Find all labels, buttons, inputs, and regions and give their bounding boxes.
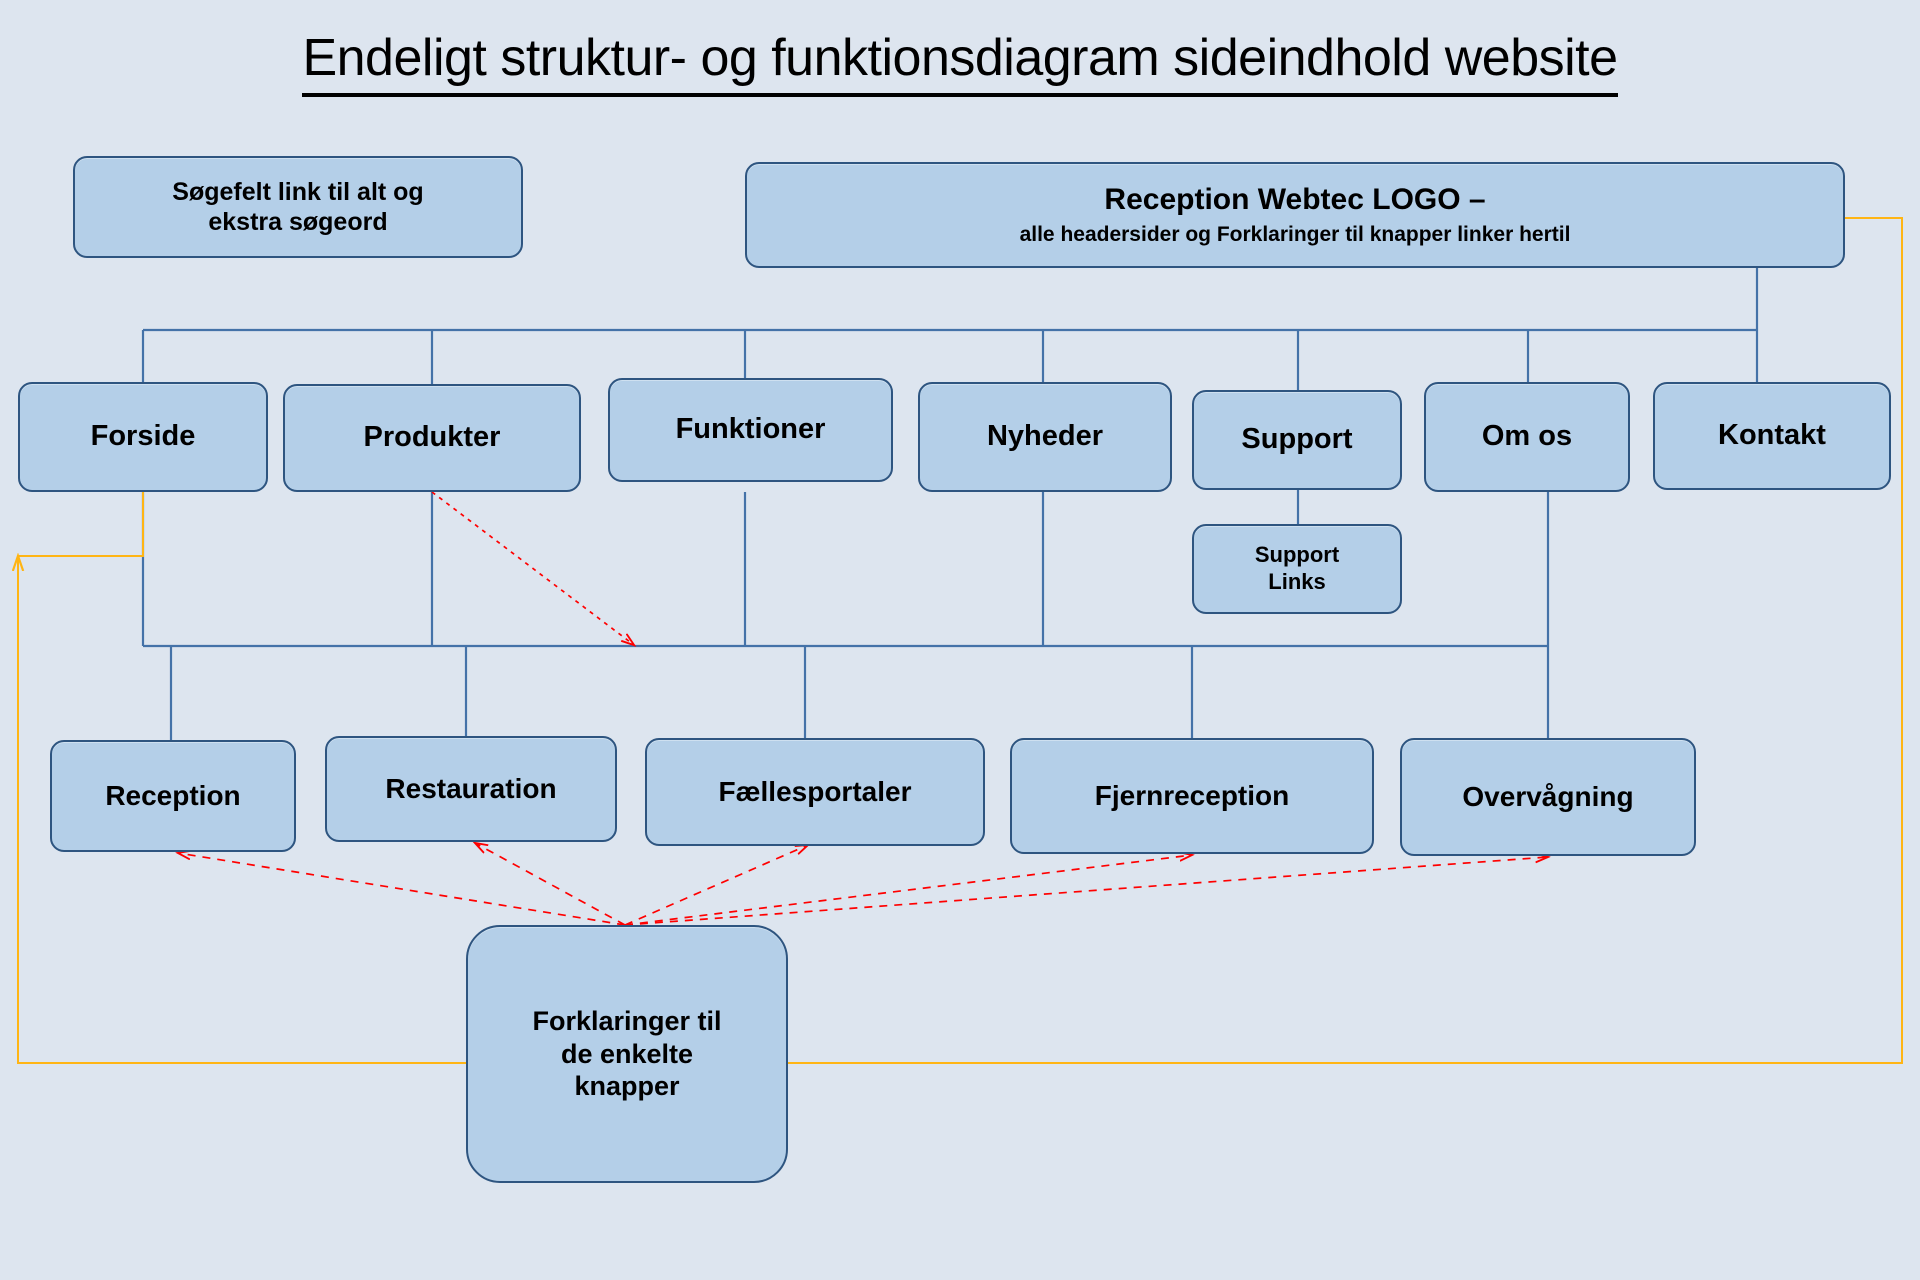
nav-item-nyheder[interactable]: Nyheder <box>918 382 1172 492</box>
explain-box[interactable]: Forklaringer til de enkelte knapper <box>466 925 788 1183</box>
header-to-nav-connectors <box>141 268 1759 390</box>
nav-item-funktioner-label: Funktioner <box>675 413 826 446</box>
section-fjernreception-label: Fjernreception <box>1094 779 1290 811</box>
explain-box-line3: knapper <box>574 1071 680 1102</box>
page-title-text: Endeligt struktur- og funktionsdiagram s… <box>302 29 1618 97</box>
support-links-line1: Support <box>1254 542 1340 568</box>
header-box[interactable]: Reception Webtec LOGO – alle headersider… <box>745 162 1845 268</box>
nav-item-funktioner[interactable]: Funktioner <box>608 378 893 482</box>
nav-item-nyheder-label: Nyheder <box>986 420 1104 453</box>
orange-right-loop <box>766 218 1903 1064</box>
section-fjernreception[interactable]: Fjernreception <box>1010 738 1374 854</box>
explain-box-line1: Forklaringer til <box>532 1005 722 1036</box>
red-link-to-overvaagning <box>624 857 1548 926</box>
search-box-line1: Søgefelt link til alt og <box>172 177 424 206</box>
nav-item-produkter[interactable]: Produkter <box>283 384 581 492</box>
search-box-line2: ekstra søgeord <box>208 208 388 236</box>
support-links-box[interactable]: Support Links <box>1192 524 1402 614</box>
explain-box-line2: de enkelte <box>560 1038 694 1069</box>
nav-item-produkter-label: Produkter <box>363 421 501 454</box>
section-overvaagning-label: Overvågning <box>1462 780 1634 812</box>
explain-red-links <box>178 843 1548 926</box>
red-link-to-restauration <box>475 843 626 926</box>
nav-item-support[interactable]: Support <box>1192 390 1402 490</box>
section-overvaagning[interactable]: Overvågning <box>1400 738 1696 856</box>
nav-item-forside[interactable]: Forside <box>18 382 268 492</box>
nav-item-support-label: Support <box>1241 423 1353 456</box>
red-link-to-reception <box>178 853 626 926</box>
header-box-title: Reception Webtec LOGO – <box>1104 182 1486 216</box>
search-box[interactable]: Søgefelt link til alt og ekstra søgeord <box>73 156 523 258</box>
produkter-red-link <box>431 491 634 645</box>
nav-item-om-os-label: Om os <box>1481 420 1573 453</box>
nav-item-kontakt[interactable]: Kontakt <box>1653 382 1891 490</box>
header-box-subtitle: alle headersider og Forklaringer til kna… <box>1019 223 1571 247</box>
section-faellesportaler-label: Fællesportaler <box>718 775 912 807</box>
section-restauration-label: Restauration <box>385 772 557 804</box>
section-faellesportaler[interactable]: Fællesportaler <box>645 738 985 846</box>
diagram-canvas: Endeligt struktur- og funktionsdiagram s… <box>0 0 1920 1280</box>
support-links-line2: Links <box>1268 569 1326 594</box>
red-link-to-fjernreception <box>624 855 1192 926</box>
nav-item-forside-label: Forside <box>90 420 196 453</box>
nav-item-om-os[interactable]: Om os <box>1424 382 1630 492</box>
section-reception[interactable]: Reception <box>50 740 296 852</box>
red-link-to-faellesportaler <box>624 845 808 926</box>
section-restauration[interactable]: Restauration <box>325 736 617 842</box>
section-reception-label: Reception <box>105 779 241 811</box>
nav-item-kontakt-label: Kontakt <box>1718 419 1826 452</box>
page-title: Endeligt struktur- og funktionsdiagram s… <box>0 28 1920 97</box>
